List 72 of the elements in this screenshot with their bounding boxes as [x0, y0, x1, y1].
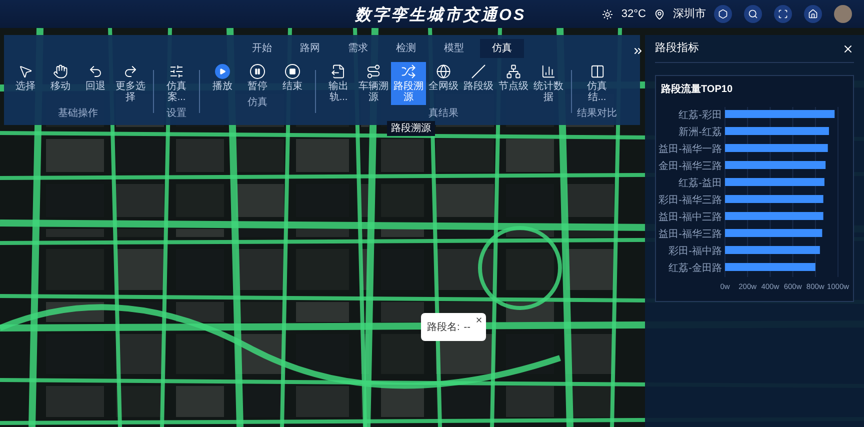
sliders-icon — [169, 64, 184, 79]
category-label: 红荔-益田 — [678, 178, 722, 189]
toolbar-button[interactable]: 仿真案... — [159, 62, 194, 105]
toolbar-button[interactable]: 路段溯源 — [391, 62, 426, 105]
app-title: 数字孪生城市交通OS — [355, 5, 526, 26]
group-label: 结果对比 — [577, 106, 617, 121]
temperature: 32°C — [621, 6, 646, 22]
toolbar-button[interactable]: 全网级 — [426, 62, 461, 94]
split-panel-icon — [590, 64, 604, 79]
toolbar-button[interactable]: 路段级 — [461, 62, 496, 94]
tooltip: 路段溯源 — [387, 121, 435, 136]
chart-title: 路段流量TOP10 — [660, 82, 734, 97]
category-label: 红荔-彩田 — [678, 110, 722, 121]
toolbar-button[interactable]: 移动 — [43, 62, 78, 94]
toolbar-button[interactable]: 暂停 — [240, 62, 275, 94]
home-icon — [808, 9, 818, 19]
toolbar-button[interactable]: 播放 — [205, 62, 240, 94]
toolbar-button[interactable]: 输出轨... — [321, 62, 356, 105]
redo-icon — [123, 64, 138, 79]
ribbon-tab[interactable]: 仿真 — [480, 39, 524, 58]
network-icon — [506, 64, 521, 79]
bar-chart-icon — [541, 64, 556, 79]
hand-icon — [53, 64, 68, 79]
ribbon-tab[interactable]: 需求 — [336, 39, 380, 58]
toolbar-button[interactable]: 结束 — [275, 62, 310, 94]
category-label: 益田-福华三路 — [658, 229, 722, 240]
toolbar-button[interactable]: 更多选择 — [113, 62, 148, 105]
slash-icon — [471, 64, 486, 79]
search-button[interactable] — [744, 5, 762, 23]
ribbon-tab[interactable]: 路网 — [288, 39, 332, 58]
file-export-icon — [331, 64, 346, 79]
city: 深圳市 — [673, 6, 706, 22]
ribbon-tab[interactable]: 模型 — [432, 39, 476, 58]
crossed-arrows-icon — [401, 64, 416, 79]
sun-icon — [602, 8, 614, 20]
home-button[interactable] — [804, 5, 822, 23]
toolbar-button[interactable]: 回退 — [78, 62, 113, 94]
close-icon[interactable] — [475, 316, 483, 324]
panel-title: 路段指标 — [655, 41, 699, 56]
popup-value: -- — [464, 320, 470, 334]
fullscreen-icon — [778, 9, 788, 19]
toolbar-button[interactable]: 统计数据 — [531, 62, 566, 105]
category-label: 彩田-福中路 — [668, 246, 722, 257]
avatar[interactable] — [834, 5, 852, 23]
toolbar-button[interactable]: 选择 — [8, 62, 43, 94]
group-label: 真结果 — [428, 106, 458, 121]
globe-icon — [436, 64, 451, 79]
pointer-icon — [18, 64, 33, 79]
toolbar-button[interactable]: 车辆溯源 — [356, 62, 391, 105]
collapse-icon[interactable] — [632, 45, 644, 57]
toolbar-button[interactable]: 仿真结... — [580, 62, 614, 105]
category-label: 新洲-红荔 — [678, 127, 722, 138]
undo-icon — [88, 64, 103, 79]
category-label: 红荔-金田路 — [668, 263, 722, 274]
group-label: 基础操作 — [58, 106, 98, 121]
toolbar-button[interactable]: 节点级 — [496, 62, 531, 94]
ribbon-tab[interactable]: 检测 — [384, 39, 428, 58]
group-label: 设置 — [166, 106, 186, 121]
category-label: 益田-福华一路 — [658, 144, 722, 155]
category-label: 金田-福华三路 — [658, 161, 722, 172]
fullscreen-button[interactable] — [774, 5, 792, 23]
category-label: 彩田-福华三路 — [658, 195, 722, 206]
ribbon-tab[interactable]: 开始 — [240, 39, 284, 58]
close-icon[interactable] — [842, 42, 854, 54]
search-icon — [748, 9, 758, 19]
group-label: 仿真 — [248, 96, 268, 110]
location-pin-icon — [654, 8, 665, 20]
category-label: 益田-福中三路 — [658, 212, 722, 223]
hexagon-icon — [718, 9, 728, 19]
popup-label: 路段名: — [427, 320, 460, 334]
settings-button[interactable] — [714, 5, 732, 23]
route-icon — [366, 64, 381, 79]
